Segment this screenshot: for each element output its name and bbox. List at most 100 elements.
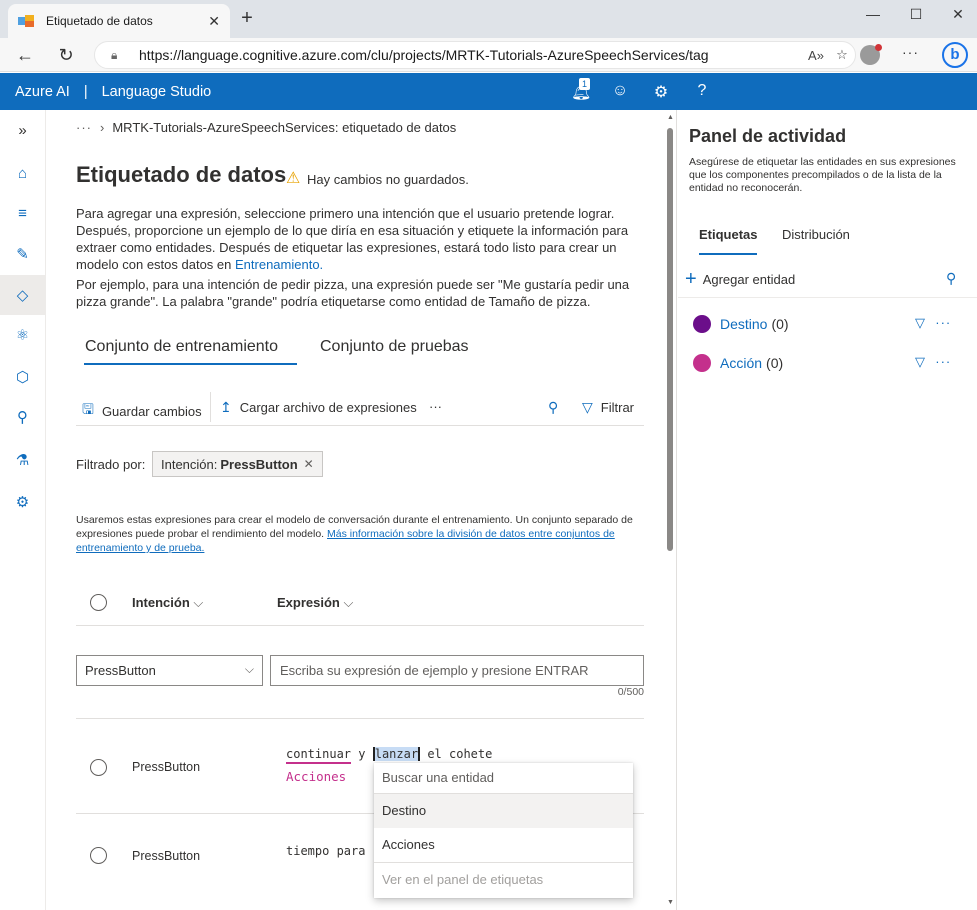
entity-tag-label[interactable]: Acciones bbox=[286, 769, 346, 784]
entity-item-accion[interactable]: Acción (0) bbox=[693, 353, 783, 373]
utterance-text[interactable]: tiempo para r bbox=[286, 844, 380, 858]
breadcrumb-current: MRTK-Tutorials-AzureSpeechServices: etiq… bbox=[112, 120, 457, 135]
entity-name[interactable]: Acción bbox=[720, 355, 762, 371]
main-scrollbar[interactable]: ▲ ▼ bbox=[664, 110, 677, 910]
select-all-radio[interactable] bbox=[90, 594, 107, 611]
entity-filter-icon[interactable]: ▽ bbox=[915, 315, 926, 330]
upload-arrow-icon: ↥ bbox=[220, 399, 232, 415]
filter-chip-key: Intención: bbox=[161, 456, 218, 472]
search-entities-icon[interactable]: ⚲ bbox=[946, 270, 956, 287]
model-cube-icon[interactable]: ⬡ bbox=[0, 357, 45, 397]
active-tab-indicator bbox=[84, 363, 297, 365]
more-commands-button[interactable]: ··· bbox=[429, 399, 442, 414]
maximize-icon[interactable]: ☐ bbox=[906, 6, 926, 23]
panel-divider bbox=[678, 297, 977, 298]
command-separator bbox=[210, 392, 211, 422]
breadcrumb-more-icon[interactable]: ··· bbox=[76, 120, 92, 135]
entity-option-destino[interactable]: Destino bbox=[374, 794, 633, 828]
entity-item-destino[interactable]: Destino (0) bbox=[693, 314, 789, 334]
header-separator: | bbox=[83, 83, 88, 100]
tab-labels[interactable]: Etiquetas bbox=[699, 227, 758, 242]
scroll-down-icon[interactable]: ▼ bbox=[667, 899, 674, 906]
save-changes-button[interactable]: 🖫 Guardar cambios bbox=[82, 399, 202, 423]
entity-count: (0) bbox=[766, 355, 784, 371]
tab-training-set[interactable]: Conjunto de entrenamiento bbox=[85, 338, 278, 356]
entity-filter-icon[interactable]: ▽ bbox=[915, 354, 926, 369]
data-labeling-tag-icon[interactable]: ◇ bbox=[0, 275, 45, 315]
new-tab-button[interactable]: + bbox=[236, 8, 258, 30]
notification-count-badge: 1 bbox=[579, 78, 590, 90]
entity-more-icon[interactable]: ··· bbox=[935, 354, 951, 369]
utterance-token[interactable]: el cohete bbox=[427, 747, 492, 761]
training-icon[interactable]: ⚛ bbox=[0, 315, 45, 355]
split-info-note: Usaremos estas expresiones para crear el… bbox=[76, 513, 646, 555]
scrollbar-thumb[interactable] bbox=[667, 128, 673, 551]
close-tab-icon[interactable]: ✕ bbox=[208, 13, 220, 30]
entity-search-input[interactable]: Buscar una entidad bbox=[374, 763, 633, 794]
favorite-star-icon[interactable]: ☆ bbox=[829, 47, 855, 63]
tab-distribution[interactable]: Distribución bbox=[782, 227, 850, 242]
address-bar[interactable]: 🔒︎ https://language.cognitive.azure.com/… bbox=[94, 41, 856, 69]
add-entity-label: Agregar entidad bbox=[702, 271, 796, 287]
upload-label: Cargar archivo de expresiones bbox=[239, 400, 417, 415]
scroll-up-icon[interactable]: ▲ bbox=[667, 114, 674, 121]
entity-color-dot bbox=[693, 315, 711, 333]
filter-label: Filtrar bbox=[600, 400, 634, 415]
utterance-header-label: Expresión bbox=[277, 595, 340, 610]
refresh-icon[interactable]: ↻ bbox=[54, 43, 78, 67]
product-name[interactable]: Language Studio bbox=[102, 84, 212, 100]
filter-chip-value: PressButton bbox=[220, 456, 298, 472]
active-panel-tab-indicator bbox=[699, 253, 757, 255]
intent-column-header[interactable]: Intención ⌵ bbox=[132, 595, 203, 611]
entity-name[interactable]: Destino bbox=[720, 316, 767, 332]
row-select-radio[interactable] bbox=[90, 759, 107, 776]
browser-tab-title: Etiquetado de datos bbox=[46, 14, 153, 28]
row-intent: PressButton bbox=[132, 760, 201, 774]
search-button[interactable]: ⚲ bbox=[548, 399, 566, 416]
schema-list-icon[interactable]: ≡ bbox=[0, 193, 45, 233]
utterance-token[interactable]: y bbox=[358, 747, 365, 761]
utterance-token-labeled[interactable]: continuar bbox=[286, 747, 352, 764]
bing-icon[interactable]: b bbox=[942, 42, 968, 68]
utterance-input[interactable]: Escriba su expresión de ejemplo y presio… bbox=[270, 655, 644, 686]
intent-select[interactable]: PressButton ⌵ bbox=[76, 655, 263, 686]
tab-testing-set[interactable]: Conjunto de pruebas bbox=[320, 338, 469, 356]
read-aloud-icon[interactable]: A» bbox=[803, 48, 829, 63]
utterance-text[interactable]: continuar y lanzar el cohete bbox=[286, 747, 492, 764]
feedback-smiley-icon[interactable]: ☺ bbox=[610, 82, 630, 100]
azure-favicon-icon bbox=[18, 15, 34, 27]
entity-more-icon[interactable]: ··· bbox=[935, 315, 951, 330]
close-window-icon[interactable]: ✕ bbox=[948, 6, 968, 23]
help-icon[interactable]: ? bbox=[692, 82, 712, 100]
browser-tabstrip: Etiquetado de datos ✕ + — ☐ ✕ bbox=[0, 0, 977, 38]
character-counter: 0/500 bbox=[617, 686, 644, 698]
row-select-radio[interactable] bbox=[90, 847, 107, 864]
entity-option-acciones[interactable]: Acciones bbox=[374, 828, 633, 862]
labeling-icon[interactable]: ✎ bbox=[0, 234, 45, 274]
home-icon[interactable]: ⌂ bbox=[0, 153, 45, 193]
upload-utterances-button[interactable]: ↥ Cargar archivo de expresiones bbox=[220, 399, 417, 416]
utterance-token-selected[interactable]: lanzar bbox=[372, 747, 421, 761]
browser-more-icon[interactable]: ··· bbox=[902, 44, 919, 60]
entity-actions: ▽ ··· bbox=[915, 315, 951, 331]
filter-button[interactable]: ▽ Filtrar bbox=[582, 399, 634, 416]
expand-nav-icon[interactable]: » bbox=[0, 110, 45, 150]
test-flask-icon[interactable]: ⚗ bbox=[0, 440, 45, 480]
command-bar: 🖫 Guardar cambios ↥ Cargar archivo de expr… bbox=[76, 388, 644, 426]
training-link[interactable]: Entrenamiento. bbox=[235, 257, 323, 272]
unsaved-changes-text: Hay cambios no guardados. bbox=[307, 172, 469, 187]
settings-gear-icon[interactable]: ⚙ bbox=[651, 82, 671, 102]
utterance-column-header[interactable]: Expresión ⌵ bbox=[277, 595, 353, 611]
remove-filter-icon[interactable]: ✕ bbox=[304, 457, 314, 471]
view-in-labels-panel-link[interactable]: Ver en el panel de etiquetas bbox=[374, 862, 633, 896]
back-arrow-icon[interactable]: ← bbox=[13, 43, 37, 67]
chevron-down-icon: ⌵ bbox=[193, 595, 204, 610]
deploy-icon[interactable]: ⚲ bbox=[0, 397, 45, 437]
profile-avatar-icon[interactable] bbox=[860, 44, 882, 65]
project-settings-icon[interactable]: ⚙ bbox=[0, 482, 45, 522]
add-entity-button[interactable]: + Agregar entidad bbox=[685, 269, 796, 289]
browser-tab[interactable]: Etiquetado de datos ✕ bbox=[8, 4, 230, 38]
intent-filter-chip[interactable]: Intención: PressButton ✕ bbox=[152, 451, 323, 477]
minimize-icon[interactable]: — bbox=[863, 6, 883, 22]
brand-azure-ai[interactable]: Azure AI bbox=[15, 84, 70, 100]
